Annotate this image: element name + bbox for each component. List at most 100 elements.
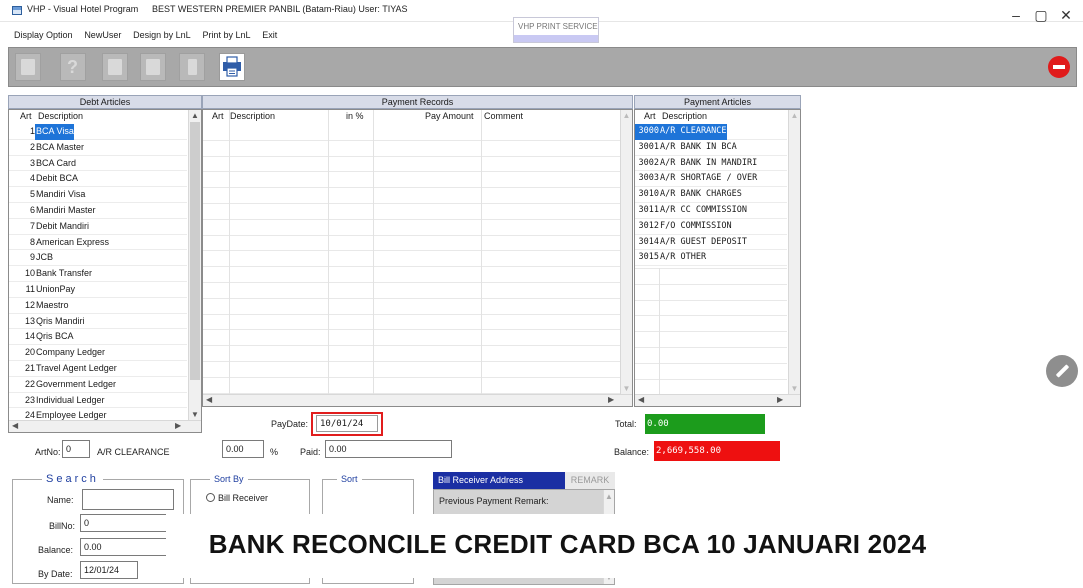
payment-article-number: 3001 — [638, 141, 659, 152]
debt-article-row[interactable]: 14Qris BCA — [9, 329, 187, 346]
payment-article-row[interactable]: 3012F/O COMMISSION — [635, 219, 787, 235]
debt-scroll-thumb[interactable] — [190, 122, 200, 380]
payment-article-row[interactable]: 3003A/R SHORTAGE / OVER — [635, 171, 787, 188]
debt-articles-list[interactable]: Art Description 1BCA Visa 2BCA Master 3BCA… — [8, 109, 202, 433]
floating-edit-button[interactable] — [1046, 355, 1078, 387]
grid-row-line — [203, 139, 620, 141]
debt-article-description: Company Ledger — [36, 347, 106, 358]
sort-by-bill-receiver[interactable]: Bill Receiver — [206, 493, 268, 503]
pay-hscrollbar[interactable]: ◀ ▶ — [635, 394, 800, 406]
grid-row-line — [203, 155, 620, 157]
records-col-comment: Comment — [484, 111, 524, 121]
delete-button[interactable] — [179, 53, 205, 81]
menu-display-option[interactable]: Display Option — [14, 30, 73, 40]
payment-article-row[interactable]: 3001A/R BANK IN BCA — [635, 140, 787, 156]
debt-article-row[interactable]: 9JCB — [9, 250, 187, 267]
scroll-left-icon[interactable]: ◀ — [12, 421, 18, 430]
debt-article-row[interactable]: 20Company Ledger — [9, 345, 187, 361]
payment-article-number: 3010 — [638, 189, 659, 200]
restore-icon[interactable]: ▢ — [1033, 8, 1049, 22]
bill-receiver-tab[interactable]: Bill Receiver Address — [433, 472, 565, 489]
pay-scroll-left-icon[interactable]: ◀ — [638, 395, 644, 404]
remark-scroll-up-icon[interactable]: ▲ — [604, 492, 614, 501]
new-icon — [21, 59, 35, 75]
payment-article-row[interactable]: 3000A/R CLEARANCE — [635, 124, 787, 140]
search-bydate-input[interactable]: 12/01/24 — [80, 561, 138, 579]
debt-article-row[interactable]: 6Mandiri Master — [9, 203, 187, 219]
search-name-input[interactable] — [82, 489, 174, 510]
help-icon: ? — [67, 57, 78, 77]
radio-icon[interactable] — [206, 493, 215, 502]
debt-article-row[interactable]: 1BCA Visa — [9, 124, 187, 140]
debt-hscrollbar[interactable]: ◀ ▶ — [9, 420, 201, 432]
payment-article-row[interactable]: 3010A/R BANK CHARGES — [635, 187, 787, 203]
records-hscrollbar[interactable]: ◀ ▶ — [203, 394, 632, 406]
payment-article-row[interactable]: 3014A/R GUEST DEPOSIT — [635, 235, 787, 251]
payment-article-number: 3014 — [638, 236, 659, 247]
debt-article-row[interactable]: 8American Express — [9, 235, 187, 251]
pay-scroll-up-icon[interactable]: ▲ — [789, 111, 800, 120]
debt-article-row[interactable]: 5Mandiri Visa — [9, 187, 187, 203]
records-col-pay-amount: Pay Amount — [425, 111, 474, 121]
debt-article-row[interactable]: 3BCA Card — [9, 156, 187, 172]
debt-article-number: 14 — [24, 331, 35, 342]
debt-article-row[interactable]: 22Government Ledger — [9, 377, 187, 393]
search-billno-input[interactable]: 0 — [80, 514, 174, 532]
records-scroll-down-icon[interactable]: ▼ — [621, 384, 632, 393]
debt-article-number: 5 — [29, 189, 35, 200]
percent-input[interactable]: 0.00 — [222, 440, 264, 458]
menu-new-user[interactable]: NewUser — [84, 30, 121, 40]
menu-print-by-lnl[interactable]: Print by LnL — [202, 30, 250, 40]
records-scroll-up-icon[interactable]: ▲ — [621, 111, 632, 120]
grid-row-line — [203, 234, 620, 236]
debt-article-row[interactable]: 2BCA Master — [9, 140, 187, 156]
artno-input[interactable]: 0 — [62, 440, 90, 458]
save-button[interactable] — [102, 53, 128, 81]
help-button[interactable]: ? — [60, 53, 86, 81]
menu-exit[interactable]: Exit — [262, 30, 277, 40]
menu-design-by-lnl[interactable]: Design by LnL — [133, 30, 191, 40]
pay-scroll-right-icon[interactable]: ▶ — [777, 395, 783, 404]
records-scrollbar[interactable]: ▲ ▼ — [620, 110, 632, 394]
debt-article-row[interactable]: 12Maestro — [9, 298, 187, 314]
debt-scrollbar[interactable]: ▲ ▼ — [188, 110, 201, 420]
print-service-window[interactable]: VHP PRINT SERVICE — [513, 17, 599, 43]
debt-article-description: Mandiri Visa — [36, 189, 86, 200]
debt-articles-header: Debt Articles — [8, 95, 202, 109]
grid-row-line — [635, 347, 787, 348]
payment-article-row[interactable]: 3011A/R CC COMMISSION — [635, 203, 787, 219]
paydate-input[interactable]: 10/01/24 — [316, 415, 378, 432]
debt-article-row[interactable]: 10Bank Transfer — [9, 266, 187, 282]
search-balance-input[interactable]: 0.00 — [80, 538, 174, 556]
scroll-right-icon[interactable]: ▶ — [175, 421, 181, 430]
payment-articles-list[interactable]: Art Description 3000A/R CLEARANCE 3001A/R… — [634, 109, 801, 407]
debt-article-row[interactable]: 7Debit Mandiri — [9, 219, 187, 235]
scroll-down-icon[interactable]: ▼ — [189, 410, 201, 419]
paid-input[interactable]: 0.00 — [325, 440, 452, 458]
debt-article-row[interactable]: 4Debit BCA — [9, 171, 187, 188]
artno-description: A/R CLEARANCE — [97, 447, 170, 457]
edit-button[interactable] — [140, 53, 166, 81]
pay-scroll-down-icon[interactable]: ▼ — [789, 384, 800, 393]
records-col-art: Art — [212, 111, 224, 121]
debt-article-row[interactable]: 13Qris Mandiri — [9, 314, 187, 330]
minimize-icon[interactable]: – — [1008, 8, 1024, 22]
debt-article-row[interactable]: 21Travel Agent Ledger — [9, 361, 187, 377]
debt-article-row[interactable]: 23Individual Ledger — [9, 393, 187, 409]
pay-articles-scrollbar[interactable]: ▲ ▼ — [788, 110, 800, 394]
debt-article-description: Maestro — [36, 299, 69, 310]
payment-article-row[interactable]: 3015A/R OTHER — [635, 250, 787, 267]
debt-article-row[interactable]: 11UnionPay — [9, 282, 187, 298]
payment-article-description: F/O COMMISSION — [660, 220, 732, 231]
records-scroll-left-icon[interactable]: ◀ — [206, 395, 212, 404]
stop-button[interactable] — [1045, 53, 1073, 81]
payment-article-row[interactable]: 3002A/R BANK IN MANDIRI — [635, 156, 787, 172]
close-icon[interactable]: ✕ — [1058, 8, 1074, 22]
new-button[interactable] — [15, 53, 41, 81]
delete-icon — [188, 59, 197, 75]
scroll-up-icon[interactable]: ▲ — [189, 111, 201, 120]
remark-tab[interactable]: REMARK — [565, 472, 615, 489]
records-scroll-right-icon[interactable]: ▶ — [608, 395, 614, 404]
payment-records-grid[interactable]: Art Description in % Pay Amount Comment … — [202, 109, 633, 407]
print-button[interactable] — [219, 53, 245, 81]
